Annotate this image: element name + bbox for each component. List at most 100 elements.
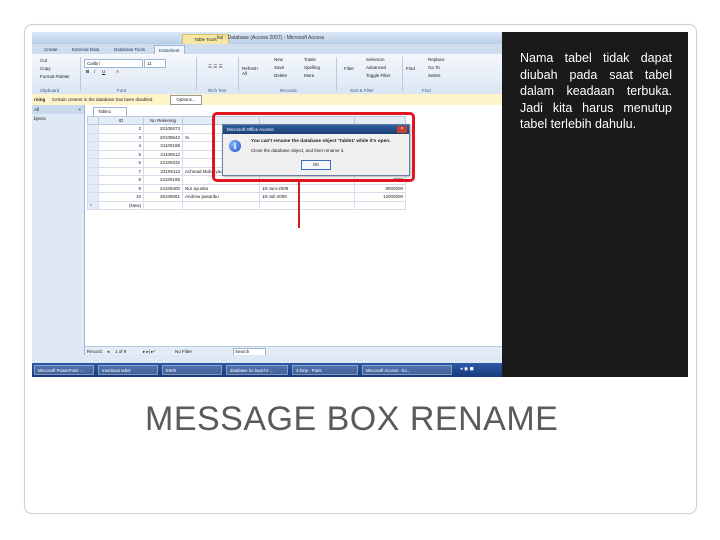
group-label-rich-text: Rich Text bbox=[208, 88, 227, 93]
save-record-button[interactable]: Save bbox=[274, 65, 284, 70]
row-selector[interactable] bbox=[87, 132, 99, 142]
cell-id[interactable]: 4 bbox=[98, 141, 144, 151]
copy-button[interactable]: Copy bbox=[40, 66, 51, 71]
row-selector[interactable] bbox=[87, 141, 99, 151]
filter-indicator[interactable]: No Filter bbox=[175, 349, 192, 354]
italic-button[interactable]: I bbox=[94, 69, 95, 74]
cell-id[interactable]: 3 bbox=[98, 132, 144, 142]
taskbar-item-database[interactable]: database ko buat-hr-... bbox=[226, 365, 288, 375]
navigation-pane: All × bjects bbox=[32, 105, 85, 355]
cell-saldo[interactable]: 12000000 bbox=[354, 192, 406, 202]
ribbon: Cut Copy Format Painter Clipboard Calibr… bbox=[32, 54, 502, 95]
taskbar-item-powerpoint[interactable]: Microsoft PowerPoint -... bbox=[34, 365, 94, 375]
window-title: kui : Database (Access 2007) - Microsoft… bbox=[217, 35, 325, 41]
taskbar-item-membuat-tabel[interactable]: membuat tabel bbox=[98, 365, 158, 375]
format-painter-button[interactable]: Format Painter bbox=[40, 74, 70, 79]
tray-icons[interactable]: ◂ ◉ ◼ bbox=[460, 366, 474, 372]
cell-no-rekening[interactable]: 24109400 bbox=[143, 183, 183, 193]
tab-external-data[interactable]: External Data bbox=[68, 45, 103, 54]
totals-button[interactable]: Totals bbox=[304, 57, 316, 62]
filter-button[interactable]: Filter bbox=[344, 66, 354, 71]
select-button[interactable]: Select bbox=[428, 73, 441, 78]
security-options-button[interactable]: Options... bbox=[170, 95, 202, 105]
spelling-button[interactable]: Spelling bbox=[304, 65, 320, 70]
font-size-select[interactable]: 11 bbox=[144, 59, 166, 68]
cell-empty[interactable] bbox=[143, 200, 183, 210]
row-selector[interactable] bbox=[87, 183, 99, 193]
taskbar-item-paint[interactable]: 3.bmp - Paint bbox=[292, 365, 358, 375]
cell-id[interactable]: 6 bbox=[98, 158, 144, 168]
cell-id[interactable]: 8 bbox=[98, 175, 144, 185]
selection-button[interactable]: Selection bbox=[366, 57, 385, 62]
taskbar-item-e500[interactable]: E500 bbox=[162, 365, 222, 375]
toggle-filter-button[interactable]: Toggle Filter bbox=[366, 73, 391, 78]
group-label-clipboard: Clipboard bbox=[40, 88, 60, 93]
advanced-button[interactable]: Advanced bbox=[366, 65, 386, 70]
cell-empty[interactable] bbox=[259, 200, 355, 210]
find-button[interactable]: Find bbox=[406, 66, 415, 71]
column-header-id[interactable]: ID bbox=[98, 116, 144, 125]
cell-no-rekening[interactable]: 25109081 bbox=[143, 192, 183, 202]
bold-button[interactable]: B bbox=[86, 69, 89, 74]
align-icon[interactable]: ☰ ☰ ☰ bbox=[208, 64, 223, 70]
font-name-select[interactable]: Calibri bbox=[84, 59, 143, 68]
cell-tanggal[interactable]: 19-Juli-2009 bbox=[259, 192, 355, 202]
cell-empty[interactable] bbox=[182, 200, 260, 210]
font-color-icon[interactable]: A bbox=[116, 69, 119, 74]
row-selector[interactable] bbox=[87, 158, 99, 168]
table-row-new[interactable]: * (New) bbox=[87, 200, 406, 210]
taskbar-item-access[interactable]: Microsoft Access - ko... bbox=[362, 365, 452, 375]
cell-no-rekening[interactable]: 20109642 bbox=[143, 132, 183, 142]
tab-create[interactable]: Create bbox=[40, 45, 62, 54]
ribbon-tabs: Create External Data Database Tools Data… bbox=[32, 44, 502, 55]
more-button[interactable]: More bbox=[304, 73, 314, 78]
cell-id[interactable]: 7 bbox=[98, 166, 144, 176]
cell-tanggal[interactable]: 19-Juni-2009 bbox=[259, 183, 355, 193]
cell-no-rekening[interactable]: 21109188 bbox=[143, 141, 183, 151]
tab-database-tools[interactable]: Database Tools bbox=[110, 45, 149, 54]
cell-empty[interactable] bbox=[354, 200, 406, 210]
nav-header-label: All bbox=[34, 107, 40, 112]
cell-nama[interactable]: Nur ayunita bbox=[182, 183, 260, 193]
group-label-find: Find bbox=[422, 88, 431, 93]
cell-saldo[interactable]: 8000000 bbox=[354, 183, 406, 193]
nav-pane-header[interactable]: All × bbox=[32, 105, 84, 114]
cell-id[interactable]: 9 bbox=[98, 183, 144, 193]
table-row[interactable]: 9 24109400 Nur ayunita 19-Juni-2009 8000… bbox=[87, 183, 406, 193]
cell-id[interactable]: 10 bbox=[98, 192, 144, 202]
nav-item-objects[interactable]: bjects bbox=[34, 116, 46, 121]
cell-no-rekening[interactable]: 22109332 bbox=[143, 158, 183, 168]
cell-id[interactable]: 2 bbox=[98, 124, 144, 134]
ribbon-separator bbox=[238, 57, 239, 91]
cell-no-rekening[interactable]: 21109512 bbox=[143, 149, 183, 159]
replace-button[interactable]: Replace bbox=[428, 57, 445, 62]
taskbar: Microsoft PowerPoint -... membuat tabel … bbox=[32, 363, 502, 377]
cell-new[interactable]: (New) bbox=[98, 200, 144, 210]
row-selector[interactable] bbox=[87, 124, 99, 134]
cell-no-rekening[interactable]: 23109113 bbox=[143, 166, 183, 176]
ribbon-separator bbox=[80, 57, 81, 91]
close-icon[interactable]: × bbox=[78, 105, 81, 114]
row-selector[interactable] bbox=[87, 175, 99, 185]
group-label-records: Records bbox=[280, 88, 297, 93]
cell-nama[interactable]: Andrew pasaribu bbox=[182, 192, 260, 202]
row-selector[interactable] bbox=[87, 166, 99, 176]
access-screenshot: Table Tools kui : Database (Access 2007)… bbox=[32, 32, 502, 377]
cell-id[interactable]: 5 bbox=[98, 149, 144, 159]
refresh-all-button[interactable]: Refresh All bbox=[242, 66, 260, 76]
cell-no-rekening[interactable]: 20109373 bbox=[143, 124, 183, 134]
column-header-no-rekening[interactable]: No Rekening bbox=[143, 116, 183, 125]
cell-no-rekening[interactable]: 23109195 bbox=[143, 175, 183, 185]
select-all-cell[interactable] bbox=[87, 116, 99, 125]
table-row[interactable]: 10 25109081 Andrew pasaribu 19-Juli-2009… bbox=[87, 192, 406, 202]
underline-button[interactable]: U bbox=[102, 69, 105, 74]
row-selector[interactable] bbox=[87, 149, 99, 159]
delete-record-button[interactable]: Delete bbox=[274, 73, 287, 78]
red-highlight-box bbox=[212, 112, 415, 182]
record-label: Record: bbox=[87, 349, 103, 354]
row-selector[interactable] bbox=[87, 192, 99, 202]
goto-button[interactable]: Go To bbox=[428, 65, 440, 70]
record-position[interactable]: 1 of 9 bbox=[115, 349, 126, 354]
new-record-button[interactable]: New bbox=[274, 57, 283, 62]
cut-button[interactable]: Cut bbox=[40, 58, 47, 63]
